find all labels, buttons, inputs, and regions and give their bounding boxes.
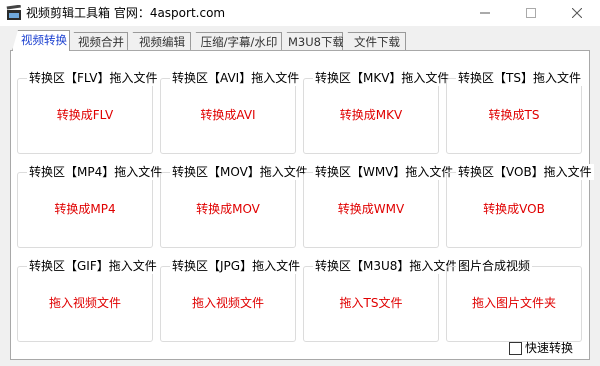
convert-zone-flv[interactable]: 转换区【FLV】拖入文件 转换成FLV: [17, 70, 160, 154]
group-label: 转换区【MP4】拖入文件: [27, 164, 165, 180]
group-label: 转换区【WMV】拖入文件: [313, 164, 456, 180]
group-label: 转换区【M3U8】拖入文件: [313, 258, 460, 274]
convert-wmv-button[interactable]: 转换成WMV: [304, 201, 438, 217]
convert-zone-jpg[interactable]: 转换区【JPG】拖入文件 拖入视频文件: [160, 258, 303, 342]
video-convert-panel: 转换区【FLV】拖入文件 转换成FLV 转换区【AVI】拖入文件 转换成AVI …: [10, 50, 594, 360]
convert-flv-button[interactable]: 转换成FLV: [18, 107, 152, 123]
maximize-icon: [526, 8, 536, 18]
convert-zone-mov[interactable]: 转换区【MOV】拖入文件 转换成MOV: [160, 164, 310, 248]
drop-image-folder-button[interactable]: 拖入图片文件夹: [447, 295, 581, 311]
convert-ts-button[interactable]: 转换成TS: [447, 107, 581, 123]
group-label: 转换区【TS】拖入文件: [456, 70, 583, 86]
tab-m3u8-download[interactable]: M3U8下载: [281, 32, 343, 50]
image-to-video-zone[interactable]: 图片合成视频 拖入图片文件夹: [446, 258, 582, 342]
drop-video-gif-button[interactable]: 拖入视频文件: [18, 295, 152, 311]
group-label: 转换区【FLV】拖入文件: [27, 70, 160, 86]
group-label: 转换区【JPG】拖入文件: [170, 258, 303, 274]
convert-zone-gif[interactable]: 转换区【GIF】拖入文件 拖入视频文件: [17, 258, 159, 342]
quick-convert-label: 快速转换: [525, 341, 574, 355]
convert-zone-vob[interactable]: 转换区【VOB】拖入文件 转换成VOB: [446, 164, 594, 248]
group-label: 转换区【AVI】拖入文件: [170, 70, 302, 86]
title-bar: 视频剪辑工具箱 官网：4asport.com: [0, 0, 600, 26]
tab-strip: 视频转换 视频合并 视频编辑 压缩/字幕/水印 M3U8下载 文件下载: [0, 28, 600, 51]
convert-zone-wmv[interactable]: 转换区【WMV】拖入文件 转换成WMV: [303, 164, 456, 248]
convert-mov-button[interactable]: 转换成MOV: [161, 201, 295, 217]
window-title: 视频剪辑工具箱 官网：4asport.com: [26, 6, 226, 20]
quick-convert-checkbox[interactable]: [509, 341, 522, 355]
tab-video-convert[interactable]: 视频转换: [12, 30, 70, 51]
group-label: 转换区【MOV】拖入文件: [170, 164, 310, 180]
group-label: 转换区【GIF】拖入文件: [27, 258, 159, 274]
close-button[interactable]: [554, 0, 600, 26]
convert-zone-mp4[interactable]: 转换区【MP4】拖入文件 转换成MP4: [17, 164, 165, 248]
group-label: 转换区【VOB】拖入文件: [456, 164, 594, 180]
convert-zone-avi[interactable]: 转换区【AVI】拖入文件 转换成AVI: [160, 70, 302, 154]
convert-zone-m3u8[interactable]: 转换区【M3U8】拖入文件 拖入TS文件: [303, 258, 460, 342]
minimize-button[interactable]: [462, 0, 508, 26]
drop-ts-button[interactable]: 拖入TS文件: [304, 295, 438, 311]
convert-mkv-button[interactable]: 转换成MKV: [304, 107, 438, 123]
tab-compress-subtitle-watermark[interactable]: 压缩/字幕/水印: [190, 32, 282, 50]
convert-avi-button[interactable]: 转换成AVI: [161, 107, 295, 123]
maximize-button[interactable]: [508, 0, 554, 26]
close-icon: [572, 8, 582, 18]
tab-video-merge[interactable]: 视频合并: [68, 32, 128, 50]
convert-zone-mkv[interactable]: 转换区【MKV】拖入文件 转换成MKV: [303, 70, 452, 154]
drop-video-jpg-button[interactable]: 拖入视频文件: [161, 295, 295, 311]
convert-vob-button[interactable]: 转换成VOB: [447, 201, 581, 217]
group-label: 转换区【MKV】拖入文件: [313, 70, 452, 86]
quick-convert-toggle[interactable]: 快速转换: [509, 341, 573, 355]
tab-video-edit[interactable]: 视频编辑: [127, 32, 191, 50]
convert-zone-ts[interactable]: 转换区【TS】拖入文件 转换成TS: [446, 70, 583, 154]
minimize-icon: [480, 12, 490, 14]
group-label: 图片合成视频: [456, 258, 533, 274]
film-clapper-icon: [6, 5, 21, 20]
tab-file-download[interactable]: 文件下载: [342, 32, 406, 50]
convert-mp4-button[interactable]: 转换成MP4: [18, 201, 152, 217]
